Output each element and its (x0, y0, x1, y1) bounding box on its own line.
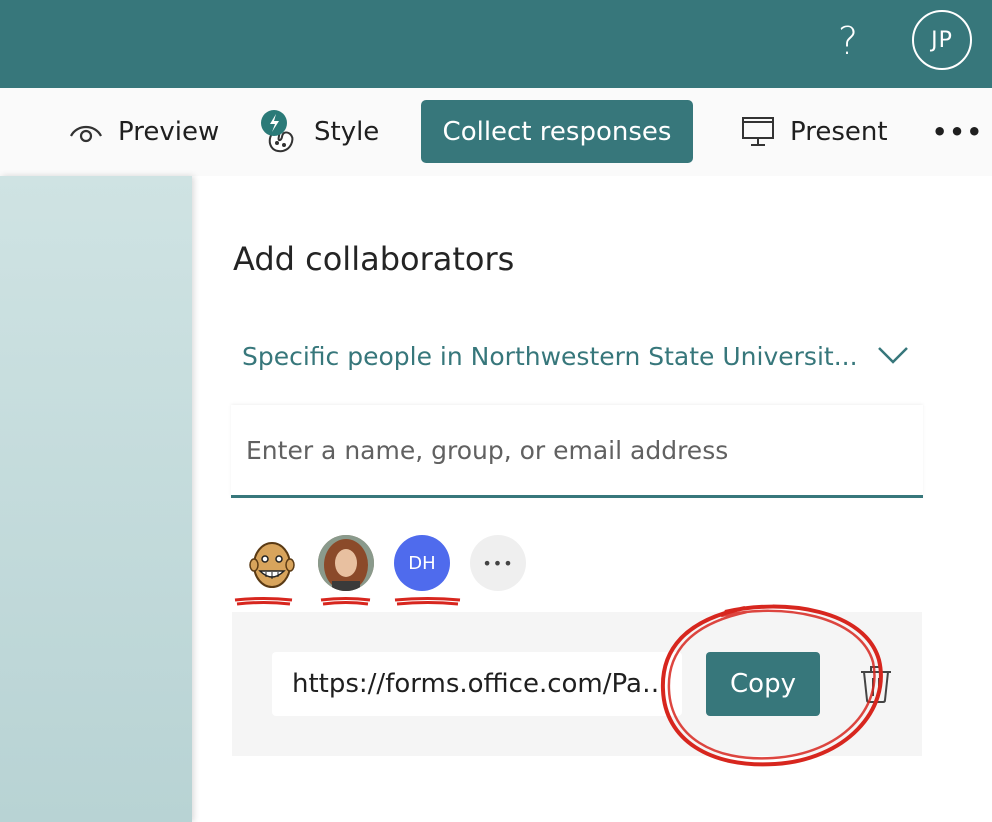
palette-icon (261, 110, 294, 153)
annotation-underline-1 (234, 597, 293, 606)
chevron-down-icon[interactable] (876, 340, 910, 370)
more-options-button[interactable]: ••• (932, 88, 984, 176)
collaborator-avatar-1[interactable] (244, 535, 300, 591)
permission-scope-value: Specific people in Northwestern State Un… (242, 341, 858, 371)
style-button[interactable]: Style (260, 88, 379, 176)
form-preview-panel (0, 176, 192, 822)
eye-icon (70, 125, 102, 143)
cartoon-face-avatar-icon (244, 535, 300, 591)
more-collaborators-button[interactable]: ••• (470, 535, 526, 591)
command-bar: Preview Style Collect responses Present … (0, 88, 992, 176)
present-button[interactable]: Present (740, 88, 888, 176)
help-button[interactable]: ? (830, 18, 866, 64)
share-link-field[interactable]: https://forms.office.com/Pages/DesignPag… (272, 652, 682, 716)
annotation-underline-3 (394, 597, 461, 606)
share-link-url: https://forms.office.com/Pages/DesignPag… (292, 669, 680, 699)
annotation-circle (660, 604, 883, 767)
collaborator-search-field (231, 405, 923, 498)
preview-button[interactable]: Preview (68, 88, 219, 176)
preview-label: Preview (118, 117, 220, 147)
permission-scope-dropdown[interactable]: Specific people in Northwestern State Un… (242, 332, 922, 380)
panel-title: Add collaborators (233, 240, 515, 278)
user-avatar[interactable]: JP (912, 10, 972, 70)
present-label: Present (790, 117, 888, 147)
more-icon: ••• (482, 553, 514, 573)
style-label: Style (314, 117, 380, 147)
collect-responses-button[interactable]: Collect responses (421, 100, 693, 163)
top-header: ? JP (0, 0, 992, 88)
photo-avatar-icon (318, 535, 374, 591)
monitor-icon (742, 117, 774, 146)
collaborator-avatar-2[interactable] (318, 535, 374, 591)
collaborator-search-input[interactable] (244, 429, 908, 471)
collaborator-avatar-initials[interactable]: DH (394, 535, 450, 591)
annotation-underline-2 (320, 597, 371, 606)
